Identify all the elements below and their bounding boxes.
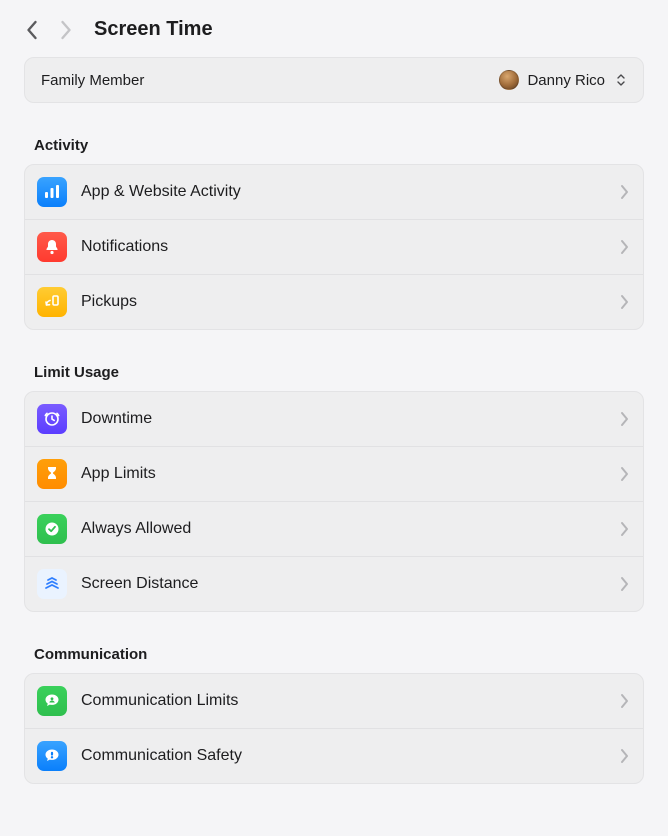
header: Screen Time (0, 0, 668, 55)
dropdown-caret-icon (613, 71, 629, 89)
row-communication-safety[interactable]: Communication Safety (25, 728, 643, 783)
forward-button[interactable] (59, 20, 72, 40)
safety-bubble-icon (37, 741, 67, 771)
chevron-right-icon (620, 576, 629, 592)
row-notifications[interactable]: Notifications (25, 219, 643, 274)
section-title: Limit Usage (24, 364, 644, 381)
section-activity: Activity App & Website Activity Notific (24, 137, 644, 330)
person-bubble-icon (37, 686, 67, 716)
avatar (499, 70, 519, 90)
row-label: App Limits (81, 465, 606, 483)
chart-bar-icon (37, 177, 67, 207)
row-communication-limits[interactable]: Communication Limits (25, 674, 643, 728)
list: App & Website Activity Notifications (24, 164, 644, 330)
screen-time-window: Screen Time Family Member Danny Rico Act… (0, 0, 668, 836)
row-label: Communication Safety (81, 747, 606, 765)
section-limit-usage: Limit Usage Downtime App Limits (24, 364, 644, 612)
chevron-right-icon (620, 748, 629, 764)
row-downtime[interactable]: Downtime (25, 392, 643, 446)
row-screen-distance[interactable]: Screen Distance (25, 556, 643, 611)
row-label: Downtime (81, 410, 606, 428)
chevron-right-icon (620, 294, 629, 310)
chevron-right-icon (620, 184, 629, 200)
chevron-right-icon (620, 466, 629, 482)
section-communication: Communication Communication Limits Comm (24, 646, 644, 784)
list: Downtime App Limits (24, 391, 644, 612)
family-member-selector[interactable]: Danny Rico (499, 70, 629, 90)
row-label: Always Allowed (81, 520, 606, 538)
back-button[interactable] (26, 20, 39, 40)
chevron-right-icon (620, 693, 629, 709)
section-title: Communication (24, 646, 644, 663)
waves-icon (37, 569, 67, 599)
family-member-name: Danny Rico (527, 72, 605, 89)
clock-icon (37, 404, 67, 434)
row-label: Communication Limits (81, 692, 606, 710)
chevron-right-icon (620, 521, 629, 537)
row-always-allowed[interactable]: Always Allowed (25, 501, 643, 556)
section-title: Activity (24, 137, 644, 154)
nav-buttons (26, 20, 72, 40)
content: Family Member Danny Rico Activity (0, 57, 668, 784)
row-label: Pickups (81, 293, 606, 311)
row-label: Screen Distance (81, 575, 606, 593)
list: Communication Limits Communication Safet… (24, 673, 644, 784)
row-app-limits[interactable]: App Limits (25, 446, 643, 501)
chevron-left-icon (26, 20, 39, 40)
chevron-right-icon (620, 411, 629, 427)
chevron-right-icon (620, 239, 629, 255)
pickup-icon (37, 287, 67, 317)
bell-icon (37, 232, 67, 262)
check-shield-icon (37, 514, 67, 544)
family-member-label: Family Member (41, 72, 144, 89)
row-pickups[interactable]: Pickups (25, 274, 643, 329)
page-title: Screen Time (94, 18, 213, 41)
row-label: App & Website Activity (81, 183, 606, 201)
family-member-row: Family Member Danny Rico (24, 57, 644, 103)
hourglass-icon (37, 459, 67, 489)
chevron-right-icon (59, 20, 72, 40)
row-label: Notifications (81, 238, 606, 256)
row-app-website-activity[interactable]: App & Website Activity (25, 165, 643, 219)
